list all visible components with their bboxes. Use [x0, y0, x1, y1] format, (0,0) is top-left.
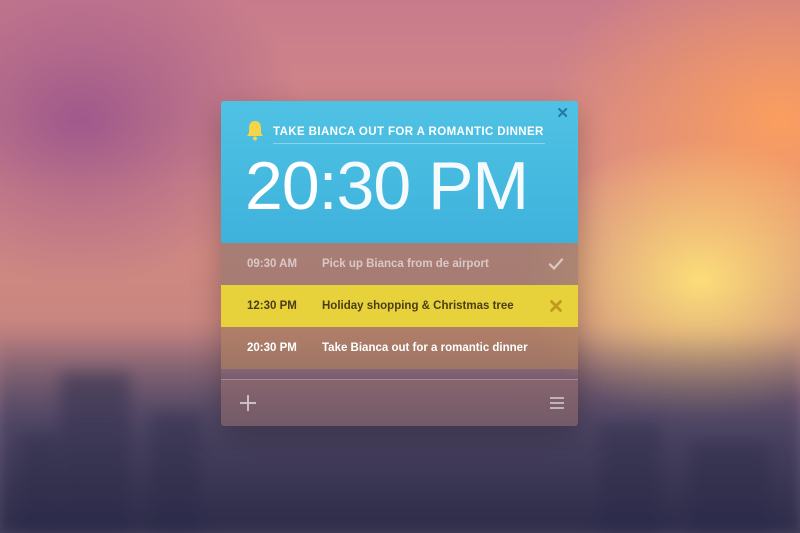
list-item[interactable]: 20:30 PM Take Bianca out for a romantic …	[221, 327, 578, 369]
header-divider	[273, 143, 545, 144]
alarm-time-hour: 20	[245, 148, 320, 224]
reminder-label: Pick up Bianca from de airport	[322, 258, 489, 270]
check-icon[interactable]	[548, 256, 564, 272]
alarm-title: TAKE BIANCA OUT FOR A ROMANTIC DINNER	[273, 126, 544, 138]
alarm-time-rest: :30 PM	[318, 148, 529, 224]
reminder-time: 20:30 PM	[247, 342, 297, 354]
alarm-widget: ✕ TAKE BIANCA OUT FOR A ROMANTIC DINNER …	[221, 101, 578, 426]
remove-icon[interactable]	[548, 298, 564, 314]
widget-footer	[221, 379, 578, 426]
reminder-time: 09:30 AM	[247, 258, 298, 270]
plus-icon[interactable]	[239, 394, 257, 412]
close-icon[interactable]: ✕	[556, 106, 569, 122]
bell-icon	[247, 121, 263, 141]
reminder-label: Take Bianca out for a romantic dinner	[322, 342, 528, 354]
list-item[interactable]: 12:30 PM Holiday shopping & Christmas tr…	[221, 285, 578, 327]
menu-icon[interactable]	[550, 397, 564, 409]
alarm-time: 20:30 PM	[245, 148, 529, 224]
list-item[interactable]: 09:30 AM Pick up Bianca from de airport	[221, 243, 578, 285]
reminder-time: 12:30 PM	[247, 300, 297, 312]
alarm-header: ✕ TAKE BIANCA OUT FOR A ROMANTIC DINNER …	[221, 101, 578, 243]
reminder-list: 09:30 AM Pick up Bianca from de airport …	[221, 243, 578, 369]
reminder-label: Holiday shopping & Christmas tree	[322, 300, 514, 312]
